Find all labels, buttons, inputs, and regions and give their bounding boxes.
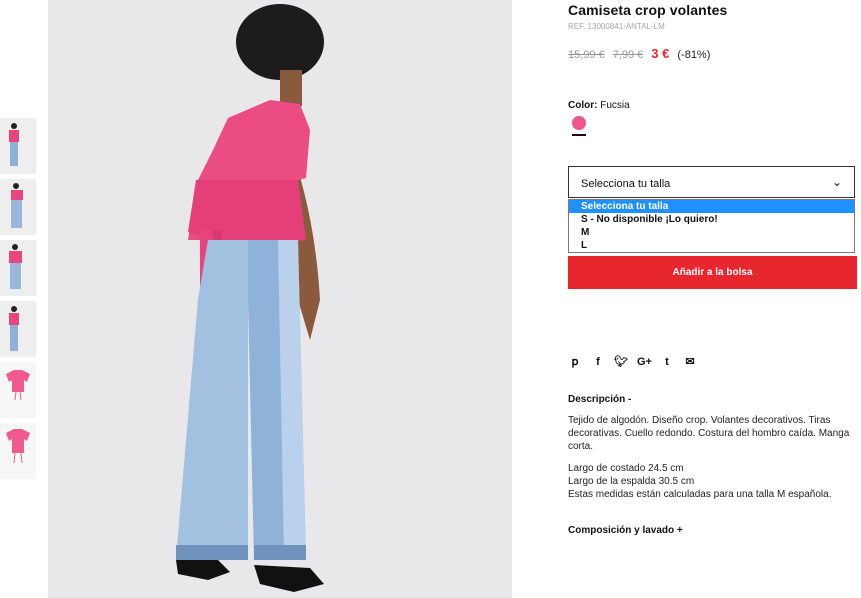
thumbnail-3[interactable] <box>0 240 36 296</box>
size-select[interactable]: Selecciona tu talla ⌄ <box>568 166 855 198</box>
measure-back: Largo de la espalda 30.5 cm <box>568 476 695 487</box>
thumbnail-2[interactable] <box>0 179 36 235</box>
thumbnail-1[interactable] <box>0 118 36 174</box>
measure-side: Largo de costado 24.5 cm <box>568 463 684 474</box>
thumbnail-5[interactable] <box>0 362 36 418</box>
size-option-placeholder[interactable]: Selecciona tu talla <box>569 200 854 213</box>
description-text: Tejido de algodón. Diseño crop. Volantes… <box>568 415 850 452</box>
measurements: Largo de costado 24.5 cm Largo de la esp… <box>568 462 858 501</box>
product-ref: REF. 13000841-ANTAL-LM <box>568 22 665 31</box>
size-dropdown: Selecciona tu talla S - No disponible ¡L… <box>568 199 855 253</box>
measure-note: Estas medidas están calculadas para una … <box>568 489 832 500</box>
color-row: Color: Fucsia <box>568 100 630 111</box>
facebook-icon[interactable]: f <box>591 355 605 369</box>
size-option-m[interactable]: M <box>569 226 854 239</box>
tumblr-icon[interactable]: t <box>660 355 674 369</box>
price-previous: 7,99 € <box>612 49 644 61</box>
size-option-s[interactable]: S - No disponible ¡Lo quiero! <box>569 213 854 226</box>
thumbnail-list <box>0 118 36 484</box>
twitter-icon[interactable]: 🐦︎ <box>614 355 628 369</box>
color-label: Color: <box>568 100 598 111</box>
chevron-down-icon: ⌄ <box>831 175 842 189</box>
color-value: Fucsia <box>600 100 630 111</box>
price-current: 3 € <box>651 46 670 61</box>
share-icons: 𝗉 f 🐦︎ G+ t ✉ <box>568 352 706 369</box>
description-title[interactable]: Descripción - <box>568 394 631 405</box>
price-row: 15,99 € 7,99 € 3 € (-81%) <box>568 46 710 61</box>
color-swatch-fucsia[interactable] <box>572 116 586 130</box>
product-title: Camiseta crop volantes <box>568 2 728 18</box>
thumbnail-4[interactable] <box>0 301 36 357</box>
email-icon[interactable]: ✉ <box>683 355 697 369</box>
size-option-l[interactable]: L <box>569 239 854 252</box>
google-plus-icon[interactable]: G+ <box>637 355 652 369</box>
thumbnail-6[interactable] <box>0 423 36 479</box>
size-select-value: Selecciona tu talla <box>581 178 671 190</box>
add-to-bag-button[interactable]: Añadir a la bolsa <box>568 256 857 289</box>
discount-badge: (-81%) <box>677 49 711 61</box>
composition-toggle[interactable]: Composición y lavado + <box>568 525 683 536</box>
pinterest-icon[interactable]: 𝗉 <box>568 355 582 369</box>
swatch-selected-indicator <box>572 134 586 136</box>
product-main-image <box>48 0 512 598</box>
price-original: 15,99 € <box>568 49 605 61</box>
